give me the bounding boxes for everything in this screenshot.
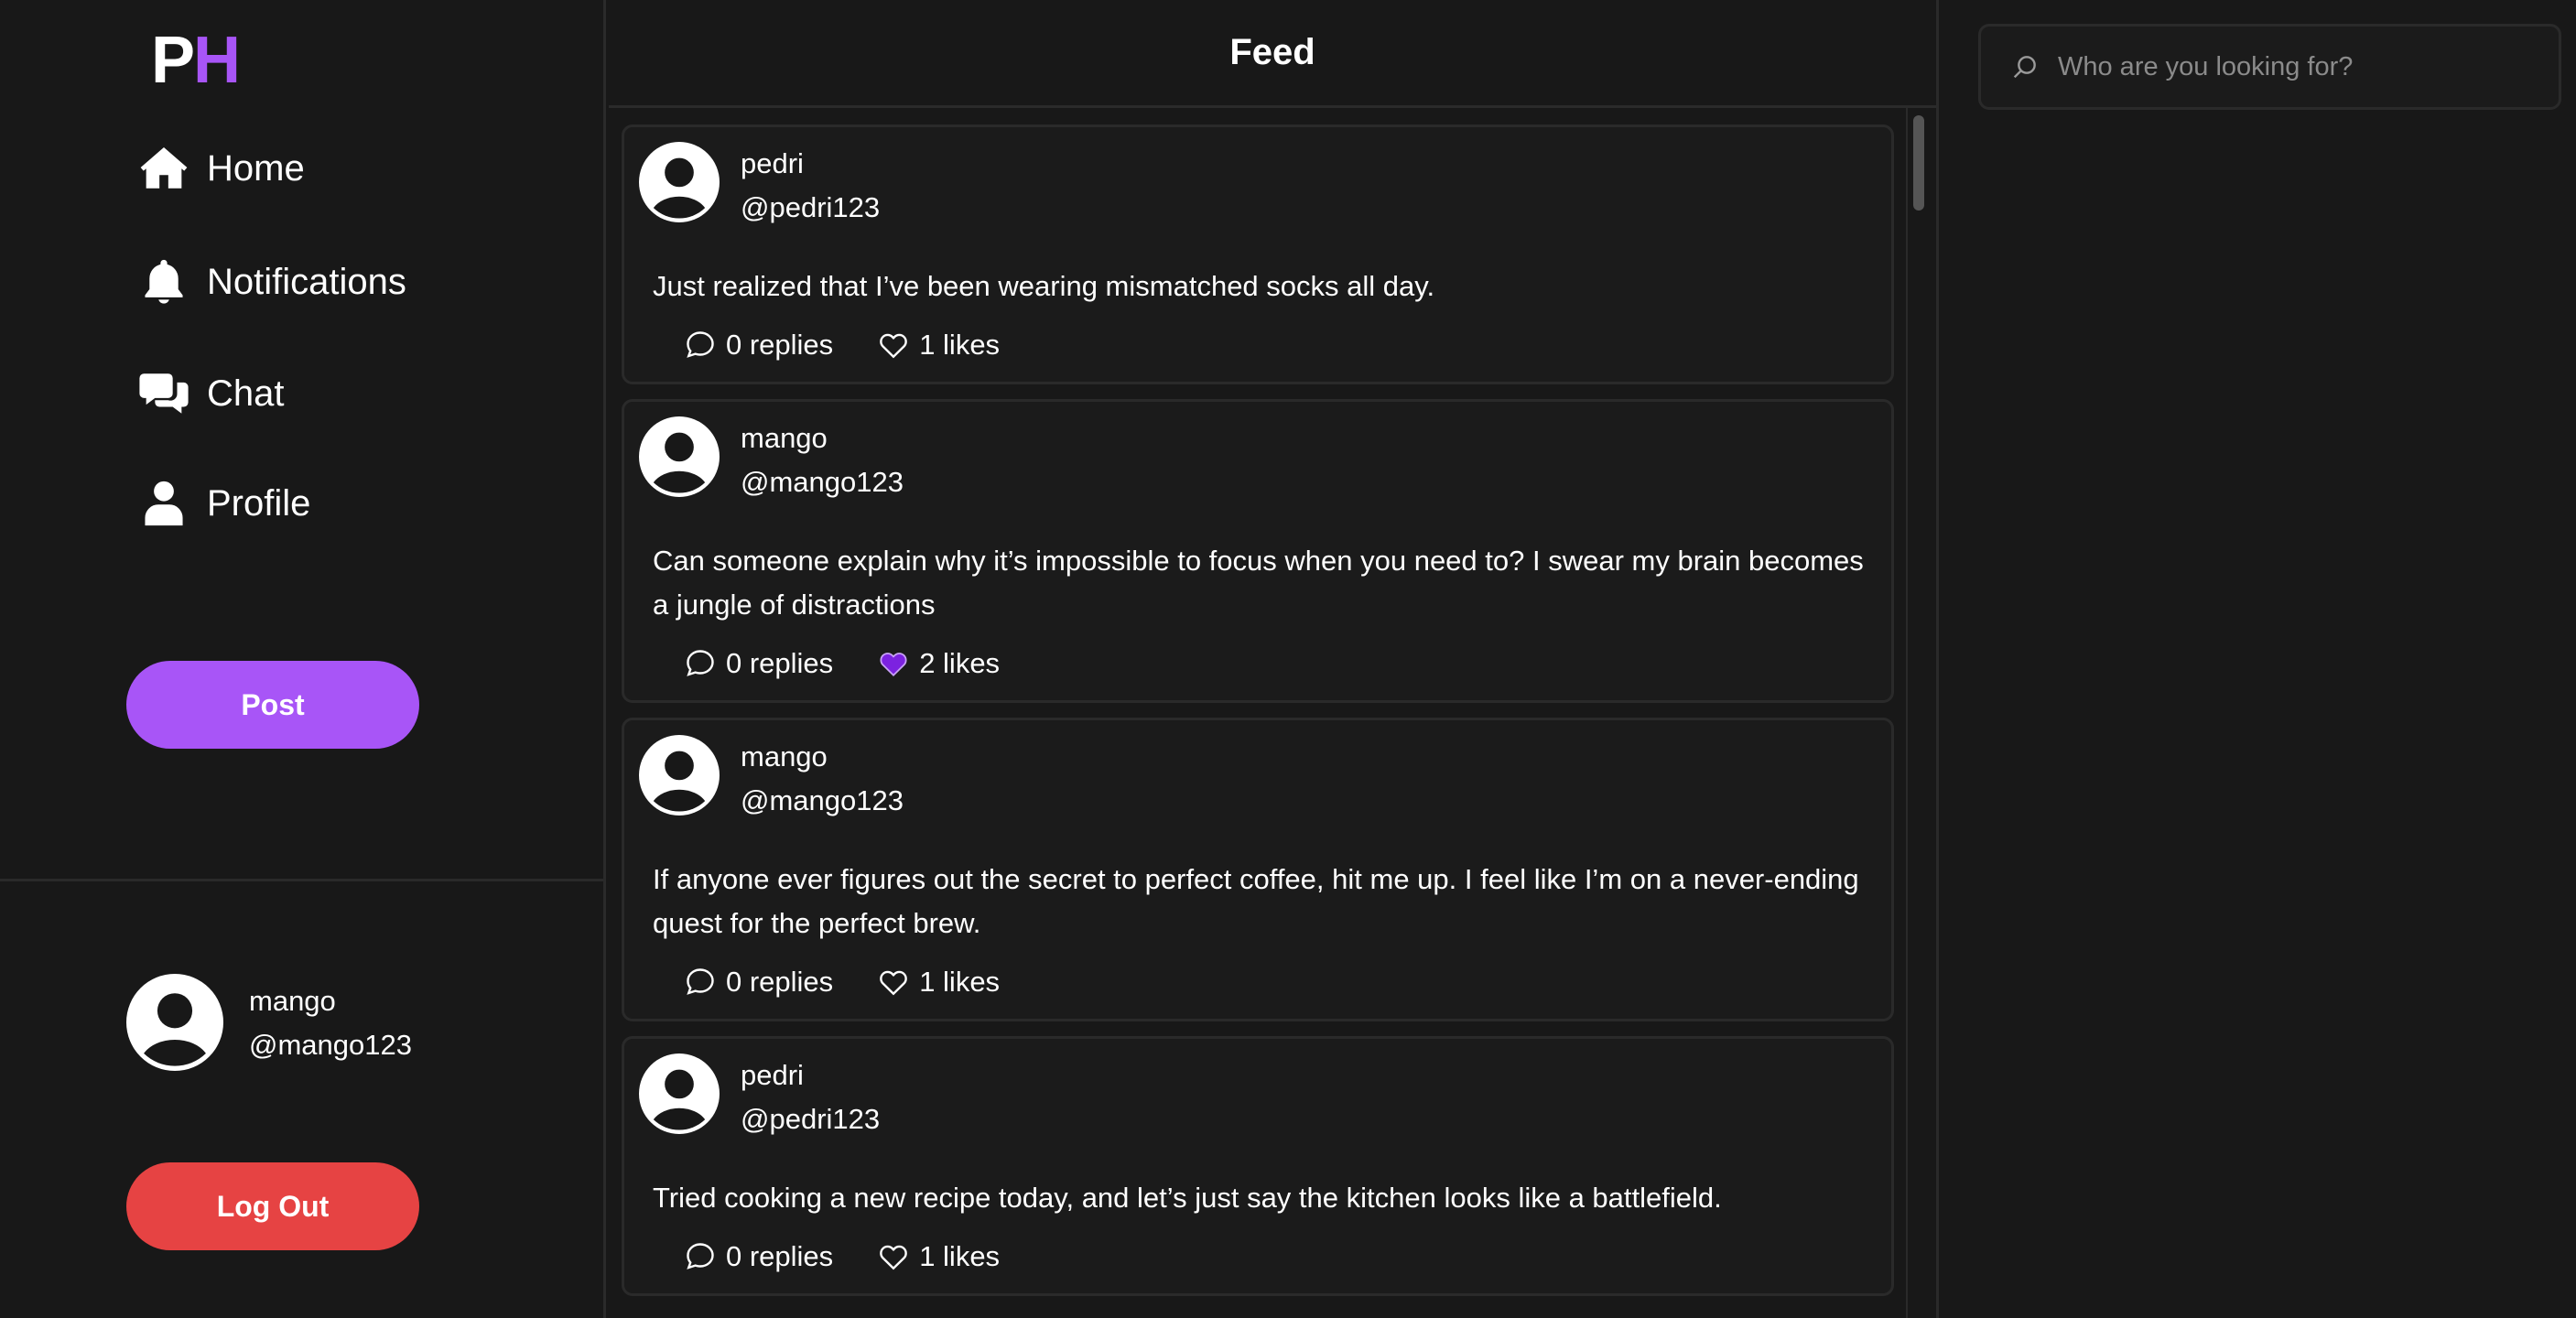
comment-icon <box>687 331 714 358</box>
post-actions: 0 replies 2 likes <box>624 627 1891 700</box>
reply-count: 0 replies <box>726 1240 834 1272</box>
like-count: 1 likes <box>919 966 1001 998</box>
sidebar-item-chat[interactable]: Chat <box>137 364 285 423</box>
sidebar-item-notifications[interactable]: Notifications <box>137 253 406 311</box>
post-author-name[interactable]: pedri <box>741 147 804 180</box>
sidebar-item-home[interactable]: Home <box>137 139 305 198</box>
reply-button[interactable]: 0 replies <box>684 966 833 999</box>
heart-filled-icon <box>880 653 907 677</box>
heart-icon <box>880 1245 908 1270</box>
chat-bubbles-icon <box>139 373 189 414</box>
heart-icon <box>880 333 908 359</box>
post-actions: 0 replies 1 likes <box>624 945 1891 1019</box>
post-author-name[interactable]: mango <box>741 422 828 455</box>
like-count: 1 likes <box>919 329 1001 361</box>
sidebar-item-label: Notifications <box>207 261 406 302</box>
app-logo[interactable]: PH <box>151 27 241 93</box>
post-card[interactable]: mango @mango123 Can someone explain why … <box>622 399 1894 703</box>
logout-button[interactable]: Log Out <box>126 1162 419 1250</box>
bell-icon <box>145 259 183 304</box>
post-card[interactable]: pedri @pedri123 Tried cooking a new reci… <box>622 1036 1894 1296</box>
comment-icon <box>687 650 714 676</box>
scrollbar-thumb[interactable] <box>1913 115 1924 211</box>
search-input[interactable] <box>2058 51 2552 82</box>
sidebar-item-label: Profile <box>207 482 311 524</box>
feed-list: pedri @pedri123 Just realized that I’ve … <box>622 124 1894 1311</box>
feed-scrollbar[interactable] <box>1906 108 1928 1318</box>
reply-button[interactable]: 0 replies <box>684 647 833 680</box>
heart-icon <box>880 970 908 996</box>
search-icon <box>2013 56 2036 79</box>
post-author-name[interactable]: mango <box>741 740 828 773</box>
sidebar: PH Home Notifications Chat Profile Post … <box>0 0 606 1318</box>
post-author-handle[interactable]: @mango123 <box>741 784 904 817</box>
sidebar-item-label: Home <box>207 147 305 189</box>
current-user-name: mango <box>249 985 336 1017</box>
avatar[interactable] <box>639 1053 720 1134</box>
sidebar-divider <box>0 879 606 881</box>
like-count: 2 likes <box>919 647 1001 679</box>
user-icon <box>145 481 183 526</box>
search-box[interactable] <box>1978 24 2561 110</box>
post-card[interactable]: pedri @pedri123 Just realized that I’ve … <box>622 124 1894 384</box>
reply-count: 0 replies <box>726 966 834 998</box>
feed: Feed pedri @pedri123 Just realized that … <box>609 0 1939 1318</box>
post-card[interactable]: mango @mango123 If anyone ever figures o… <box>622 718 1894 1021</box>
comment-icon <box>687 1243 714 1269</box>
current-user-handle: @mango123 <box>249 1029 412 1061</box>
home-icon <box>140 147 188 189</box>
app: PH Home Notifications Chat Profile Post … <box>0 0 2576 1318</box>
post-author-handle[interactable]: @pedri123 <box>741 191 880 224</box>
feed-header: Feed <box>609 0 1936 108</box>
post-actions: 0 replies 1 likes <box>624 1220 1891 1293</box>
post-actions: 0 replies 1 likes <box>624 308 1891 382</box>
like-button[interactable]: 1 likes <box>877 329 1000 362</box>
sidebar-item-profile[interactable]: Profile <box>137 474 310 533</box>
post-button[interactable]: Post <box>126 661 419 749</box>
like-button[interactable]: 1 likes <box>877 1240 1000 1273</box>
reply-count: 0 replies <box>726 647 834 679</box>
avatar[interactable] <box>639 142 720 222</box>
reply-button[interactable]: 0 replies <box>684 329 833 362</box>
avatar[interactable] <box>126 974 223 1071</box>
like-button[interactable]: 2 likes <box>877 647 1000 680</box>
post-author-handle[interactable]: @mango123 <box>741 466 904 499</box>
like-count: 1 likes <box>919 1240 1001 1272</box>
avatar[interactable] <box>639 735 720 816</box>
avatar[interactable] <box>639 416 720 497</box>
like-button[interactable]: 1 likes <box>877 966 1000 999</box>
reply-button[interactable]: 0 replies <box>684 1240 833 1273</box>
post-author-handle[interactable]: @pedri123 <box>741 1103 880 1136</box>
sidebar-item-label: Chat <box>207 373 285 414</box>
comment-icon <box>687 968 714 995</box>
post-author-name[interactable]: pedri <box>741 1059 804 1092</box>
reply-count: 0 replies <box>726 329 834 361</box>
page-title: Feed <box>1229 32 1315 72</box>
